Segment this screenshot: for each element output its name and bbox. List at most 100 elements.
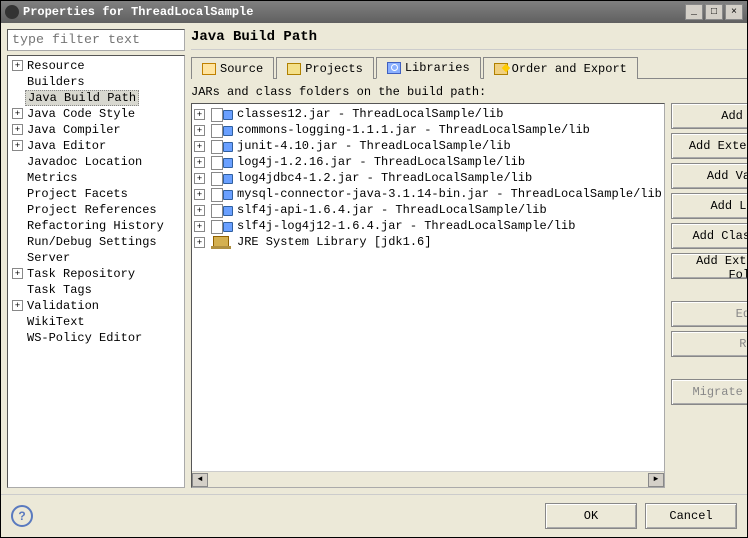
tree-item[interactable]: +Task Repository — [12, 266, 182, 282]
app-icon — [5, 5, 19, 19]
tree-item[interactable]: Metrics — [12, 170, 182, 186]
expand-icon[interactable]: + — [194, 221, 205, 232]
jar-icon — [211, 124, 233, 136]
horizontal-scrollbar[interactable]: ◄ ► — [192, 471, 664, 487]
list-item[interactable]: + log4j-1.2.16.jar - ThreadLocalSample/li… — [194, 154, 662, 170]
help-icon[interactable]: ? — [11, 505, 33, 527]
migrate-jar-button: Migrate JAR File... — [671, 379, 747, 405]
window-title: Properties for ThreadLocalSample — [23, 5, 685, 19]
expand-icon[interactable]: + — [12, 108, 23, 119]
expand-icon[interactable]: + — [12, 300, 23, 311]
tree-item[interactable]: Builders — [12, 74, 182, 90]
tree-item[interactable]: Run/Debug Settings — [12, 234, 182, 250]
list-item[interactable]: + junit-4.10.jar - ThreadLocalSample/lib — [194, 138, 662, 154]
tree-item[interactable]: Project References — [12, 202, 182, 218]
jar-label: log4jdbc4-1.2.jar - ThreadLocalSample/li… — [237, 171, 532, 185]
expand-icon[interactable]: + — [194, 157, 205, 168]
add-variable-button[interactable]: Add Variable... — [671, 163, 747, 189]
jar-list-pane[interactable]: +classes12.jar - ThreadLocalSample/lib+c… — [191, 103, 665, 488]
jar-label: slf4j-api-1.6.4.jar - ThreadLocalSample/… — [237, 203, 547, 217]
tree-item-label: Java Code Style — [25, 107, 137, 121]
expand-icon[interactable]: + — [194, 141, 205, 152]
jar-icon — [211, 156, 233, 168]
tree-item-label: Javadoc Location — [25, 155, 144, 169]
tree-item-label: Server — [25, 251, 72, 265]
tree-item[interactable]: WS-Policy Editor — [12, 330, 182, 346]
list-item[interactable]: + log4jdbc4-1.2.jar - ThreadLocalSample/l… — [194, 170, 662, 186]
tree-item[interactable]: WikiText — [12, 314, 182, 330]
add-class-folder-button[interactable]: Add Class Folder... — [671, 223, 747, 249]
list-item[interactable]: + slf4j-log4j12-1.6.4.jar - ThreadLocalSa… — [194, 218, 662, 234]
expand-icon[interactable]: + — [194, 205, 205, 216]
tab-label: Libraries — [405, 61, 470, 75]
projects-icon — [287, 63, 301, 75]
scroll-left-button[interactable]: ◄ — [192, 473, 208, 487]
tree-item-label: Task Repository — [25, 267, 137, 281]
expand-icon[interactable]: + — [12, 140, 23, 151]
jar-label: commons-logging-1.1.1.jar - ThreadLocalS… — [237, 123, 590, 137]
page-title: Java Build Path — [191, 29, 747, 45]
jar-label: log4j-1.2.16.jar - ThreadLocalSample/lib — [237, 155, 525, 169]
list-item[interactable]: + commons-logging-1.1.1.jar - ThreadLocal… — [194, 122, 662, 138]
jar-label: mysql-connector-java-3.1.14-bin.jar - Th… — [237, 187, 662, 201]
source-icon — [202, 63, 216, 75]
maximize-button[interactable]: □ — [705, 4, 723, 20]
tree-item[interactable]: Server — [12, 250, 182, 266]
tree-item[interactable]: +Java Code Style — [12, 106, 182, 122]
tab-projects[interactable]: Projects — [276, 57, 374, 79]
tree-item-label: WS-Policy Editor — [25, 331, 144, 345]
filter-input[interactable] — [7, 29, 185, 51]
expand-icon[interactable]: + — [194, 109, 205, 120]
expand-icon[interactable]: + — [12, 268, 23, 279]
remove-button: Remove — [671, 331, 747, 357]
expand-icon[interactable]: + — [194, 189, 205, 200]
jar-icon — [211, 204, 233, 216]
jar-icon — [211, 172, 233, 184]
list-item[interactable]: +classes12.jar - ThreadLocalSample/lib — [194, 106, 662, 122]
add-jars-button[interactable]: Add JARs... — [671, 103, 747, 129]
order-icon — [494, 63, 508, 75]
expand-icon[interactable]: + — [194, 173, 205, 184]
tree-item-label: Project References — [25, 203, 159, 217]
jar-label: junit-4.10.jar - ThreadLocalSample/lib — [237, 139, 511, 153]
jar-label: slf4j-log4j12-1.6.4.jar - ThreadLocalSam… — [237, 219, 575, 233]
ok-button[interactable]: OK — [545, 503, 637, 529]
tree-item[interactable]: Refactoring History — [12, 218, 182, 234]
tree-item[interactable]: +Validation — [12, 298, 182, 314]
list-item[interactable]: + slf4j-api-1.6.4.jar - ThreadLocalSample… — [194, 202, 662, 218]
tree-item-label: WikiText — [25, 315, 87, 329]
list-item[interactable]: + JRE System Library [jdk1.6] — [194, 234, 662, 250]
tree-item-label: Refactoring History — [25, 219, 166, 233]
tree-item-label: Metrics — [25, 171, 79, 185]
titlebar: Properties for ThreadLocalSample _ □ × — [1, 1, 747, 23]
category-tree[interactable]: +ResourceBuildersJava Build Path+Java Co… — [7, 55, 185, 488]
expand-icon[interactable]: + — [12, 124, 23, 135]
minimize-button[interactable]: _ — [685, 4, 703, 20]
add-library-button[interactable]: Add Library... — [671, 193, 747, 219]
tree-item[interactable]: +Java Compiler — [12, 122, 182, 138]
tab-source[interactable]: Source — [191, 57, 274, 79]
add-external-jars-button[interactable]: Add External JARs... — [671, 133, 747, 159]
close-button[interactable]: × — [725, 4, 743, 20]
tab-label: Order and Export — [512, 62, 627, 76]
list-item[interactable]: + mysql-connector-java-3.1.14-bin.jar - T… — [194, 186, 662, 202]
tree-item[interactable]: Java Build Path — [12, 90, 182, 106]
tree-item-label: Validation — [25, 299, 101, 313]
tab-libraries[interactable]: Libraries — [376, 57, 481, 79]
expand-icon[interactable]: + — [12, 60, 23, 71]
add-external-class-folder-button[interactable]: Add External Class Folder... — [671, 253, 747, 279]
tab-bar: SourceProjects Libraries Order and Export — [191, 56, 747, 79]
jar-label: JRE System Library [jdk1.6] — [237, 235, 431, 249]
tree-item[interactable]: Javadoc Location — [12, 154, 182, 170]
tree-item-label: Project Facets — [25, 187, 130, 201]
tree-item[interactable]: +Java Editor — [12, 138, 182, 154]
expand-icon[interactable]: + — [194, 125, 205, 136]
tab-order[interactable]: Order and Export — [483, 57, 638, 79]
tree-item[interactable]: Task Tags — [12, 282, 182, 298]
tree-item[interactable]: +Resource — [12, 58, 182, 74]
tree-item[interactable]: Project Facets — [12, 186, 182, 202]
expand-icon[interactable]: + — [194, 237, 205, 248]
jar-icon — [211, 188, 233, 200]
scroll-right-button[interactable]: ► — [648, 473, 664, 487]
cancel-button[interactable]: Cancel — [645, 503, 737, 529]
